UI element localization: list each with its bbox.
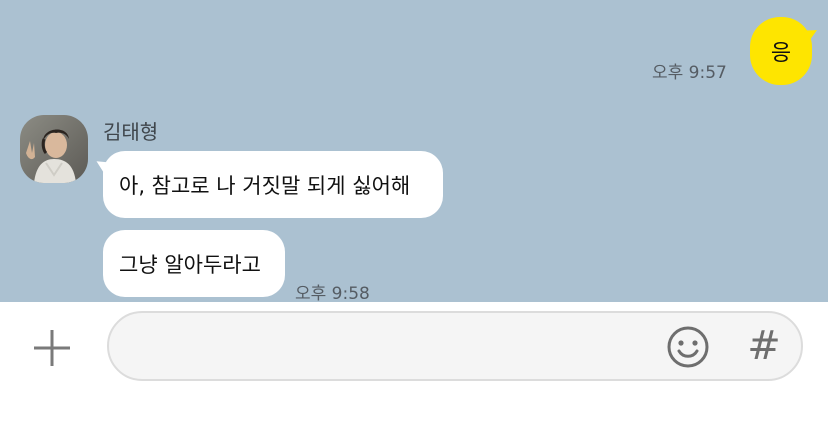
message-input[interactable] xyxy=(133,329,657,367)
my-message-bubble[interactable]: 응 xyxy=(750,17,812,85)
their-message-bubble[interactable]: 그냥 알아두라고 xyxy=(103,230,285,297)
their-message-time: 오후 9:58 xyxy=(295,284,370,302)
their-message-text: 아, 참고로 나 거짓말 되게 싫어해 xyxy=(119,173,411,198)
plus-icon xyxy=(34,330,70,366)
emoji-button[interactable] xyxy=(666,325,710,369)
smiley-icon xyxy=(667,326,709,368)
hashtag-button[interactable]: # xyxy=(744,322,784,370)
avatar[interactable] xyxy=(20,115,88,183)
profile-photo xyxy=(20,115,88,183)
their-message-text: 그냥 알아두라고 xyxy=(119,252,261,277)
sender-name: 김태형 xyxy=(103,120,159,144)
their-message-bubble[interactable]: 아, 참고로 나 거짓말 되게 싫어해 xyxy=(103,151,443,218)
attach-button[interactable] xyxy=(30,326,74,370)
my-message-time: 오후 9:57 xyxy=(652,63,727,83)
my-message-text: 응 xyxy=(770,41,792,66)
chat-area: 응 오후 9:57 김태형 아, 참고로 나 거짓말 되게 싫어해 그냥 알아두… xyxy=(0,0,828,302)
